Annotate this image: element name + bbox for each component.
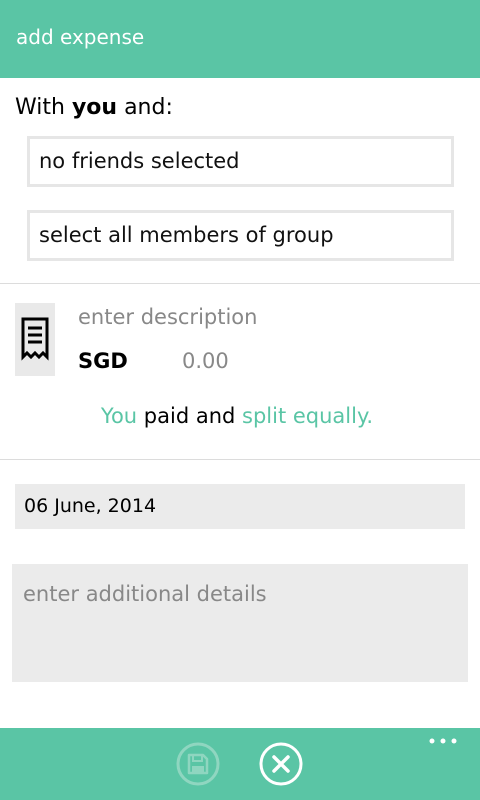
title-bar: add expense	[0, 0, 480, 78]
details-placeholder: enter additional details	[23, 582, 267, 606]
save-icon	[176, 742, 220, 786]
section-divider	[0, 459, 480, 460]
friends-selector-label: no friends selected	[39, 149, 240, 173]
select-group-members-button[interactable]: select all members of group	[27, 210, 454, 261]
section-divider	[0, 283, 480, 284]
more-options-button[interactable]	[428, 732, 458, 744]
split-connector: paid and	[137, 404, 243, 428]
app-bar	[0, 728, 480, 800]
cancel-button[interactable]	[259, 742, 303, 786]
participants-suffix: and:	[117, 95, 173, 120]
details-input[interactable]: enter additional details	[12, 564, 468, 682]
description-input[interactable]: enter description	[78, 303, 257, 331]
split-mode-link[interactable]: split equally.	[242, 404, 373, 428]
select-group-members-label: select all members of group	[39, 223, 334, 247]
split-summary: You paid and split equally.	[0, 402, 474, 430]
friends-selector[interactable]: no friends selected	[27, 136, 454, 187]
amount-input[interactable]: 0.00	[182, 347, 229, 375]
participants-you: you	[71, 95, 118, 120]
close-icon	[259, 742, 303, 786]
currency-selector[interactable]: SGD	[78, 347, 128, 375]
more-icon	[429, 738, 457, 744]
receipt-icon	[21, 317, 49, 361]
date-picker[interactable]: 06 June, 2014	[15, 484, 465, 529]
date-value: 06 June, 2014	[24, 495, 157, 517]
save-button[interactable]	[176, 742, 220, 786]
payer-link[interactable]: You	[101, 404, 137, 428]
receipt-button[interactable]	[15, 303, 55, 376]
participants-prefix: With	[15, 95, 72, 120]
participants-label: With you and:	[15, 94, 173, 122]
page-title: add expense	[16, 25, 145, 49]
